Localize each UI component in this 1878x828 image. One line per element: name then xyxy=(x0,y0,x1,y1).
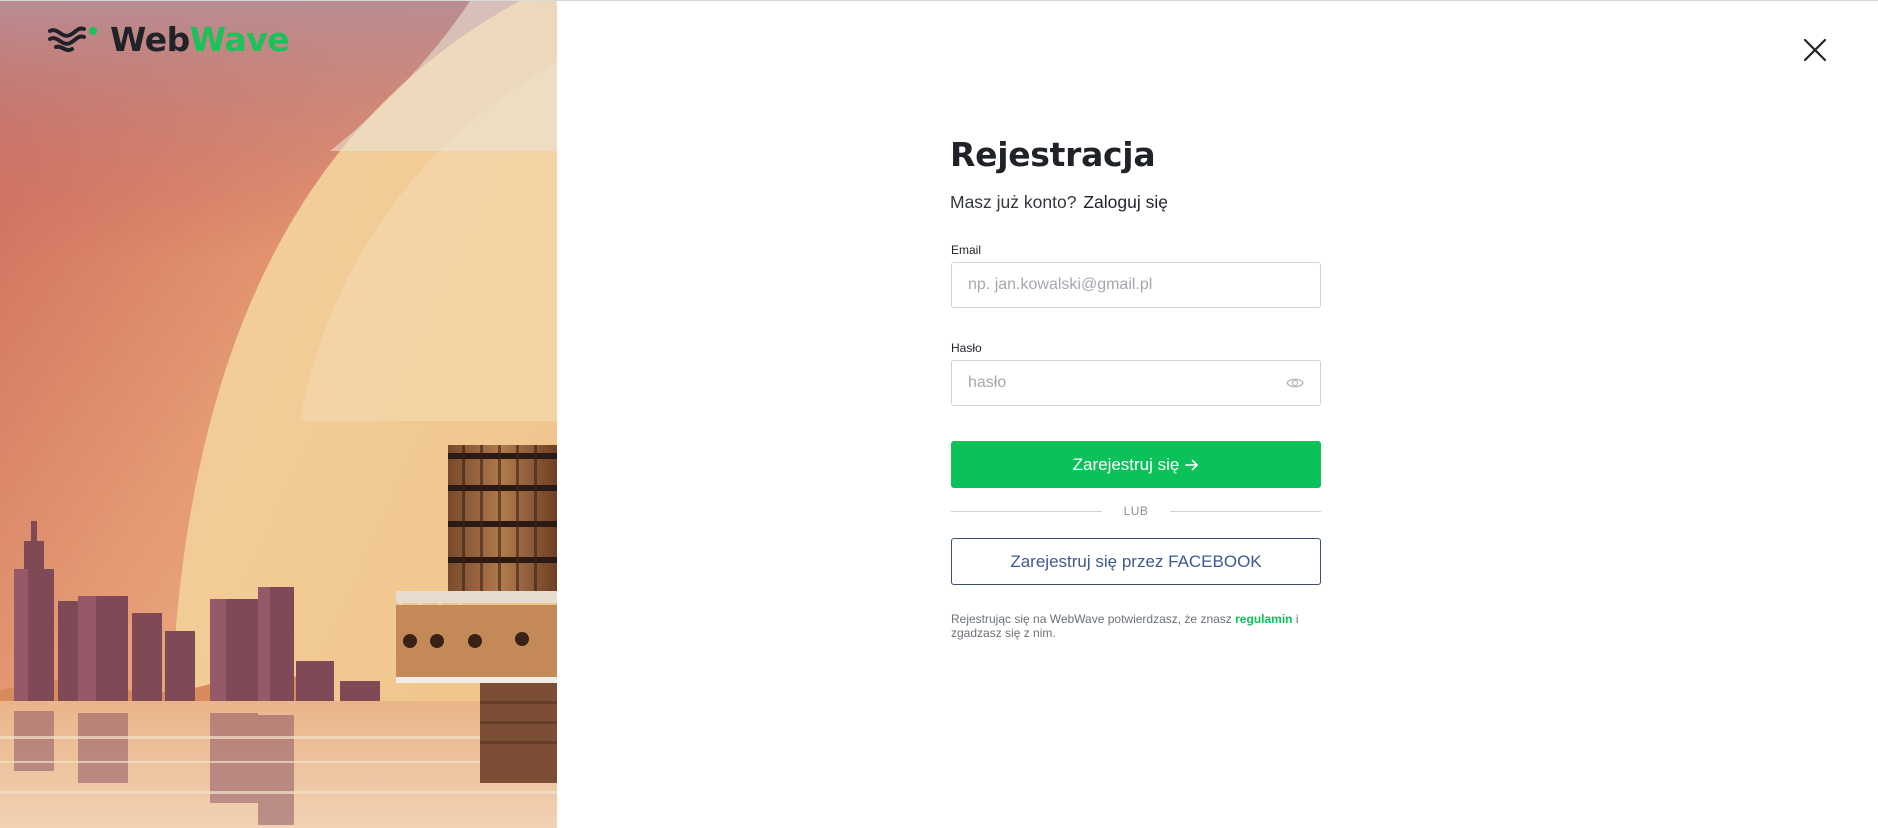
arrow-right-icon xyxy=(1185,459,1199,470)
password-input[interactable] xyxy=(952,361,1320,405)
brand-name-wave: Wave xyxy=(189,20,290,59)
terms-notice: Rejestrując się na WebWave potwierdzasz,… xyxy=(951,612,1321,640)
register-button-label: Zarejestruj się xyxy=(1072,454,1180,474)
or-divider: LUB xyxy=(951,504,1321,518)
terms-link[interactable]: regulamin xyxy=(1235,612,1292,626)
registration-page: WebWave Rejestracja Masz już konto? Zalo… xyxy=(0,0,1878,828)
password-input-box xyxy=(951,360,1321,406)
webwave-logo[interactable]: WebWave xyxy=(48,20,290,59)
brand-name-web: Web xyxy=(110,20,190,59)
login-link[interactable]: Zaloguj się xyxy=(1083,192,1168,212)
have-account-text: Masz już konto? xyxy=(950,192,1077,212)
or-label: LUB xyxy=(1123,504,1149,518)
registration-form: Rejestracja Masz już konto? Zaloguj się … xyxy=(950,135,1322,640)
login-prompt: Masz już konto? Zaloguj się xyxy=(950,192,1322,213)
password-field-group: Hasło xyxy=(950,341,1322,406)
terms-prefix: Rejestrując się na WebWave potwierdzasz,… xyxy=(951,612,1232,626)
email-input[interactable] xyxy=(952,263,1320,307)
password-label: Hasło xyxy=(951,341,982,355)
register-button[interactable]: Zarejestruj się xyxy=(951,441,1321,488)
page-title: Rejestracja xyxy=(950,135,1156,174)
brand-name: WebWave xyxy=(110,20,290,59)
divider-line-right xyxy=(1170,510,1321,512)
eye-icon[interactable] xyxy=(1286,376,1304,390)
webwave-logo-icon xyxy=(48,26,97,52)
divider-line-left xyxy=(951,510,1102,512)
city-illustration xyxy=(0,1,557,828)
close-icon xyxy=(1803,38,1827,62)
facebook-button-label: Zarejestruj się przez FACEBOOK xyxy=(1010,551,1262,571)
email-input-box xyxy=(951,262,1321,308)
facebook-register-button[interactable]: Zarejestruj się przez FACEBOOK xyxy=(951,538,1321,585)
illustration-panel: WebWave xyxy=(0,1,557,828)
email-label: Email xyxy=(951,243,982,257)
email-field-group: Email xyxy=(950,243,1322,308)
close-button[interactable] xyxy=(1800,35,1830,65)
